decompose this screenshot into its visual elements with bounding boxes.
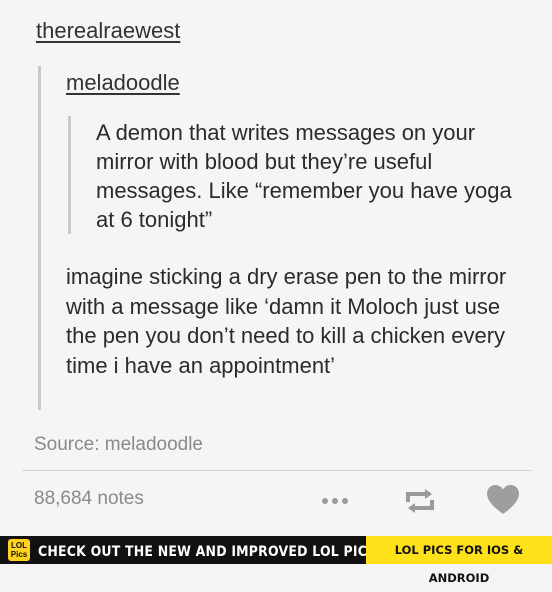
username-link-therealraewest[interactable]: therealraewest [36, 18, 180, 44]
promo-banner-text: CHECK OUT THE NEW AND IMPROVED LOL PICS! [38, 542, 383, 560]
app-download-button[interactable]: LOL PICS FOR IOS & ANDROID [366, 536, 552, 585]
source-link[interactable]: Source: meladoodle [34, 434, 203, 456]
more-dots-icon[interactable] [322, 496, 354, 506]
reblog-quote-line [38, 66, 41, 410]
logo-text-bottom: Pics [10, 550, 28, 559]
footer-divider [22, 470, 532, 471]
heart-icon[interactable] [486, 484, 520, 516]
reply-post-text: imagine sticking a dry erase pen to the … [66, 264, 507, 378]
username-link-meladoodle[interactable]: meladoodle [66, 70, 180, 96]
nested-quote-line [68, 116, 71, 234]
tumblr-post: therealraewest meladoodle A demon that w… [0, 0, 552, 534]
lol-pics-logo: LOL Pics [8, 539, 30, 561]
quoted-post-text: A demon that writes messages on your mir… [96, 120, 512, 232]
notes-count[interactable]: 88,684 notes [34, 488, 144, 510]
reblog-icon[interactable] [402, 486, 438, 516]
logo-text-top: LOL [11, 541, 27, 550]
